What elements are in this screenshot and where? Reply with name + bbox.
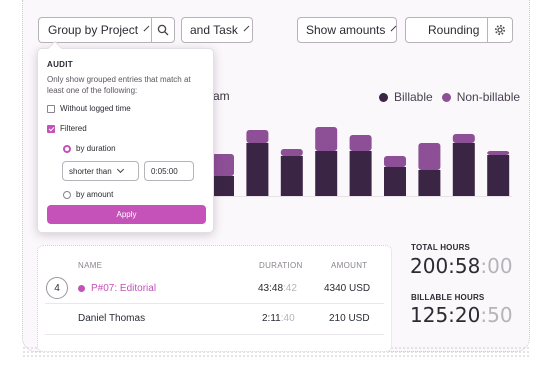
duration-main: 2:11 (262, 313, 281, 324)
audit-filter-popup: AUDIT Only show grouped entries that mat… (37, 48, 214, 233)
chart-baseline (212, 196, 512, 197)
show-amounts-dropdown[interactable]: Show amounts (297, 17, 397, 43)
legend-item-nonbillable: Non-billable (441, 90, 521, 104)
chevron-down-icon (391, 25, 397, 32)
column-header-duration: DURATION (259, 261, 303, 270)
duration-seconds: :40 (280, 313, 295, 324)
column-header-amount: AMOUNT (331, 261, 368, 270)
search-button[interactable] (151, 17, 175, 43)
row-divider (45, 334, 384, 335)
popup-title: AUDIT (47, 60, 73, 69)
and-task-dropdown[interactable]: and Task (181, 17, 253, 43)
duration-input[interactable]: 0:05:00 (144, 161, 194, 181)
user-amount: 210 USD (329, 313, 370, 324)
chevron-down-icon (243, 25, 250, 32)
by-duration-option[interactable]: by duration (63, 144, 204, 153)
user-duration: 2:11:40 (262, 313, 295, 324)
billable-hours-label: BILLABLE HOURS (411, 293, 485, 302)
billable-hours-main: 125:20 (410, 303, 481, 327)
column-header-name: NAME (78, 261, 103, 270)
amounts-label: Show amounts (306, 23, 386, 37)
filtered-option[interactable]: Filtered (47, 124, 204, 133)
group-count-badge[interactable]: 4 (46, 277, 68, 299)
group-by-control: Group by Project (38, 17, 175, 43)
task-label: and Task (190, 23, 238, 37)
legend-label-billable: Billable (394, 90, 433, 104)
project-duration: 43:48:42 (258, 283, 297, 294)
checkbox-unchecked[interactable] (47, 104, 55, 113)
by-amount-label: by amount (76, 190, 114, 199)
duration-seconds: :42 (283, 283, 297, 294)
project-amount: 4340 USD (324, 283, 371, 294)
billable-hours-value: 125:20:50 (410, 303, 513, 327)
checkbox-checked[interactable] (47, 124, 55, 133)
legend-swatch-billable (379, 92, 388, 102)
legend-label-nonbillable: Non-billable (456, 90, 521, 104)
search-icon (157, 24, 169, 36)
chart-title: am (213, 89, 230, 103)
duration-main: 43:48 (258, 283, 284, 294)
by-amount-option[interactable]: by amount (63, 190, 204, 199)
group-by-project-dropdown[interactable]: Group by Project (38, 17, 151, 43)
radio-selected[interactable] (63, 144, 71, 153)
chart-legend: Billable Non-billable (379, 90, 529, 104)
total-hours-seconds: :00 (480, 254, 513, 278)
rounding-settings-button[interactable] (487, 17, 513, 43)
popup-description: Only show grouped entries that match at … (47, 75, 191, 95)
legend-swatch-nonbillable (441, 92, 451, 102)
gear-icon (494, 24, 506, 36)
total-hours-main: 200:58 (410, 254, 481, 278)
total-hours-value: 200:58:00 (410, 254, 513, 278)
without-logged-time-label: Without logged time (60, 104, 131, 113)
total-hours-label: TOTAL HOURS (411, 243, 471, 252)
without-logged-time-option[interactable]: Without logged time (47, 104, 204, 113)
filtered-label: Filtered (60, 124, 87, 133)
apply-button[interactable]: Apply (47, 205, 206, 224)
chevron-down-icon (143, 25, 150, 32)
radio-unselected[interactable] (63, 190, 71, 199)
project-color-dot (78, 285, 85, 292)
comparison-value: shorter than (69, 166, 112, 176)
rounding-toggle[interactable]: Rounding (405, 17, 487, 43)
comparison-select[interactable]: shorter than (62, 161, 139, 181)
project-name-link[interactable]: P#07: Editorial (91, 283, 156, 294)
rounding-label: Rounding (428, 23, 480, 37)
legend-item-billable: Billable (379, 90, 433, 104)
by-duration-label: by duration (76, 144, 116, 153)
row-divider (45, 303, 384, 304)
chevron-down-icon (116, 165, 124, 174)
duration-filter-row: shorter than 0:05:00 (62, 161, 204, 181)
billable-hours-seconds: :50 (480, 303, 513, 327)
user-name[interactable]: Daniel Thomas (78, 313, 145, 324)
group-by-label: Group by Project (48, 23, 139, 37)
